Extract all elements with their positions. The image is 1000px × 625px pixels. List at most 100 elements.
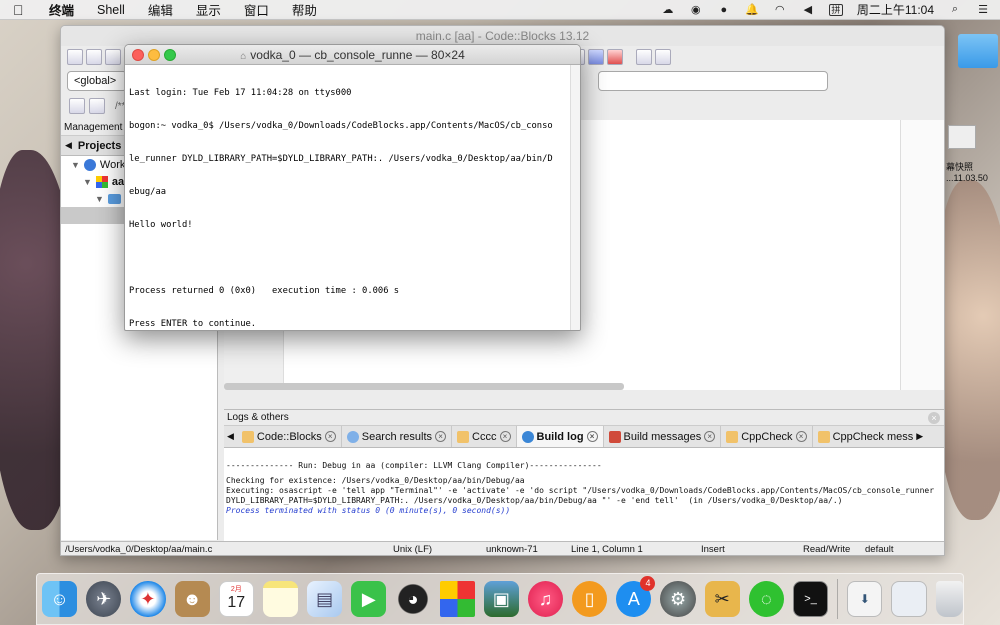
- wechat-icon[interactable]: ◌: [748, 581, 784, 617]
- close-icon[interactable]: ×: [435, 431, 447, 442]
- menu-help[interactable]: 帮助: [292, 0, 317, 19]
- launchpad-icon[interactable]: ✈: [86, 581, 122, 617]
- chevron-right-icon[interactable]: ▶: [916, 431, 923, 442]
- terminal-line: bogon:~ vodka_0$ /Users/vodka_0/Download…: [129, 121, 553, 131]
- logs-panel: Logs & others × ◀ Code::Blocks × Search r…: [224, 409, 944, 541]
- menu-bar:  终端 Shell 编辑 显示 窗口 帮助 ☁ ◉ ● 🔔 ◠ ◀ 拼 周二上…: [0, 0, 1000, 20]
- bell-icon[interactable]: 🔔: [745, 4, 759, 16]
- tab-search-label: Search results: [361, 430, 433, 443]
- status-path: /Users/vodka_0/Desktop/aa/main.c: [65, 544, 213, 555]
- zoom-button[interactable]: [164, 49, 176, 61]
- tab-projects[interactable]: Projects: [78, 140, 121, 152]
- chevron-left-icon[interactable]: ◀: [224, 431, 237, 442]
- scissors-app-icon[interactable]: ✂: [704, 581, 740, 617]
- editor-side-panel: [900, 120, 944, 390]
- wifi-icon[interactable]: ◠: [773, 4, 787, 16]
- input-method-icon[interactable]: 拼: [828, 3, 843, 16]
- codeblocks-icon[interactable]: [439, 581, 475, 617]
- ibooks-icon[interactable]: ▯: [572, 581, 608, 617]
- disclosure-icon[interactable]: ▼: [83, 177, 92, 187]
- trash-icon[interactable]: [935, 581, 963, 617]
- close-icon[interactable]: ×: [795, 431, 807, 442]
- downloads-stack-icon[interactable]: ⬇: [847, 581, 883, 617]
- close-icon[interactable]: ×: [324, 431, 336, 442]
- terminal-line: Process returned 0 (0x0) execution time …: [129, 286, 400, 296]
- gear-icon: [521, 430, 534, 443]
- tab-build-messages[interactable]: Build messages ×: [604, 426, 722, 447]
- contacts-icon[interactable]: ☻: [174, 581, 210, 617]
- menu-view[interactable]: 显示: [196, 0, 221, 19]
- screenshot-stack-icon[interactable]: [891, 581, 927, 617]
- list-icon[interactable]: ☰: [976, 4, 990, 16]
- chevron-left-icon[interactable]: ◀: [65, 140, 72, 151]
- tab-cppcheck-messages[interactable]: CppCheck mess ▶: [813, 426, 929, 447]
- dock-separator: [837, 579, 839, 619]
- stop-icon[interactable]: [607, 49, 623, 65]
- close-icon[interactable]: ×: [586, 431, 598, 442]
- disclosure-icon[interactable]: ▼: [71, 160, 80, 170]
- menu-edit[interactable]: 编辑: [148, 0, 173, 19]
- terminal-line: Press ENTER to continue.: [129, 319, 257, 329]
- doxy-run-icon[interactable]: [89, 98, 105, 114]
- status-eol: Unix (LF): [393, 544, 433, 555]
- facetime-icon[interactable]: ▶: [351, 581, 387, 617]
- safari-icon[interactable]: ✦: [130, 581, 166, 617]
- tab-cppcheck-label: CppCheck: [741, 430, 793, 443]
- menu-shell[interactable]: Shell: [97, 3, 125, 17]
- appstore-icon[interactable]: A4: [616, 576, 656, 617]
- tab-build-log[interactable]: Build log ×: [516, 426, 604, 447]
- iphoto-icon[interactable]: ▣: [483, 581, 519, 617]
- penguin-icon[interactable]: ●: [717, 4, 731, 16]
- sync-icon[interactable]: ◉: [689, 4, 703, 16]
- tab-codeblocks[interactable]: Code::Blocks ×: [237, 426, 342, 447]
- info-icon[interactable]: [655, 49, 671, 65]
- terminal-titlebar: ⌂ vodka_0 — cb_console_runne — 80×24: [125, 45, 580, 65]
- home-icon: ⌂: [240, 51, 247, 62]
- tab-cccc[interactable]: Cccc ×: [452, 426, 517, 447]
- tab-search-results[interactable]: Search results ×: [342, 426, 453, 447]
- desktop-folder-icon[interactable]: [958, 34, 998, 68]
- terminal-icon[interactable]: >_: [792, 581, 829, 617]
- close-icon[interactable]: ×: [928, 412, 940, 424]
- disclosure-icon[interactable]: ▼: [95, 194, 104, 204]
- doxy-icon[interactable]: [69, 98, 85, 114]
- workspace-icon: [83, 158, 96, 171]
- pencil-icon: [457, 430, 470, 443]
- system-preferences-icon[interactable]: ⚙: [660, 581, 696, 617]
- menu-terminal[interactable]: 终端: [49, 0, 74, 19]
- preview-icon[interactable]: ▤: [307, 581, 343, 617]
- desktop-screenshot-thumb[interactable]: [948, 125, 976, 149]
- search-icon[interactable]: ⌕: [948, 3, 962, 16]
- menubar-clock[interactable]: 周二上午11:04: [857, 1, 934, 18]
- editor-scrollbar[interactable]: [224, 383, 624, 390]
- qq-icon[interactable]: ◕: [395, 581, 431, 617]
- workspace-label: Work: [99, 158, 126, 171]
- cloud-icon[interactable]: ☁: [661, 4, 675, 16]
- open-file-icon[interactable]: [86, 49, 102, 65]
- pause-icon[interactable]: [588, 49, 604, 65]
- terminal-scrollbar[interactable]: [570, 65, 580, 330]
- window-icon[interactable]: [636, 49, 652, 65]
- menu-window[interactable]: 窗口: [244, 0, 269, 19]
- volume-icon[interactable]: ◀: [801, 4, 815, 16]
- save-icon[interactable]: [105, 49, 121, 65]
- close-button[interactable]: [132, 49, 144, 61]
- desktop-screenshot-label[interactable]: 幕快照 ...11.03.50: [944, 160, 1000, 183]
- minimize-button[interactable]: [148, 49, 160, 61]
- close-icon[interactable]: ×: [499, 431, 511, 442]
- folder-icon: [107, 193, 121, 204]
- tab-cppcheck[interactable]: CppCheck ×: [721, 426, 813, 447]
- new-file-icon[interactable]: [67, 49, 83, 65]
- apple-icon[interactable]: : [13, 2, 31, 18]
- symbol-combo[interactable]: [598, 71, 828, 91]
- terminal-output[interactable]: Last login: Tue Feb 17 11:04:28 on ttys0…: [125, 65, 580, 330]
- scope-combo[interactable]: <global>: [67, 71, 127, 91]
- appstore-badge: 4: [640, 576, 656, 591]
- calendar-icon[interactable]: 2月 17: [218, 581, 254, 617]
- itunes-icon[interactable]: ♫: [527, 581, 564, 617]
- finder-icon[interactable]: ☺: [42, 581, 78, 617]
- notes-icon[interactable]: [262, 581, 299, 617]
- pencil-icon: [726, 430, 739, 443]
- terminal-line: le_runner DYLD_LIBRARY_PATH=$DYLD_LIBRAR…: [129, 154, 553, 164]
- close-icon[interactable]: ×: [704, 431, 716, 442]
